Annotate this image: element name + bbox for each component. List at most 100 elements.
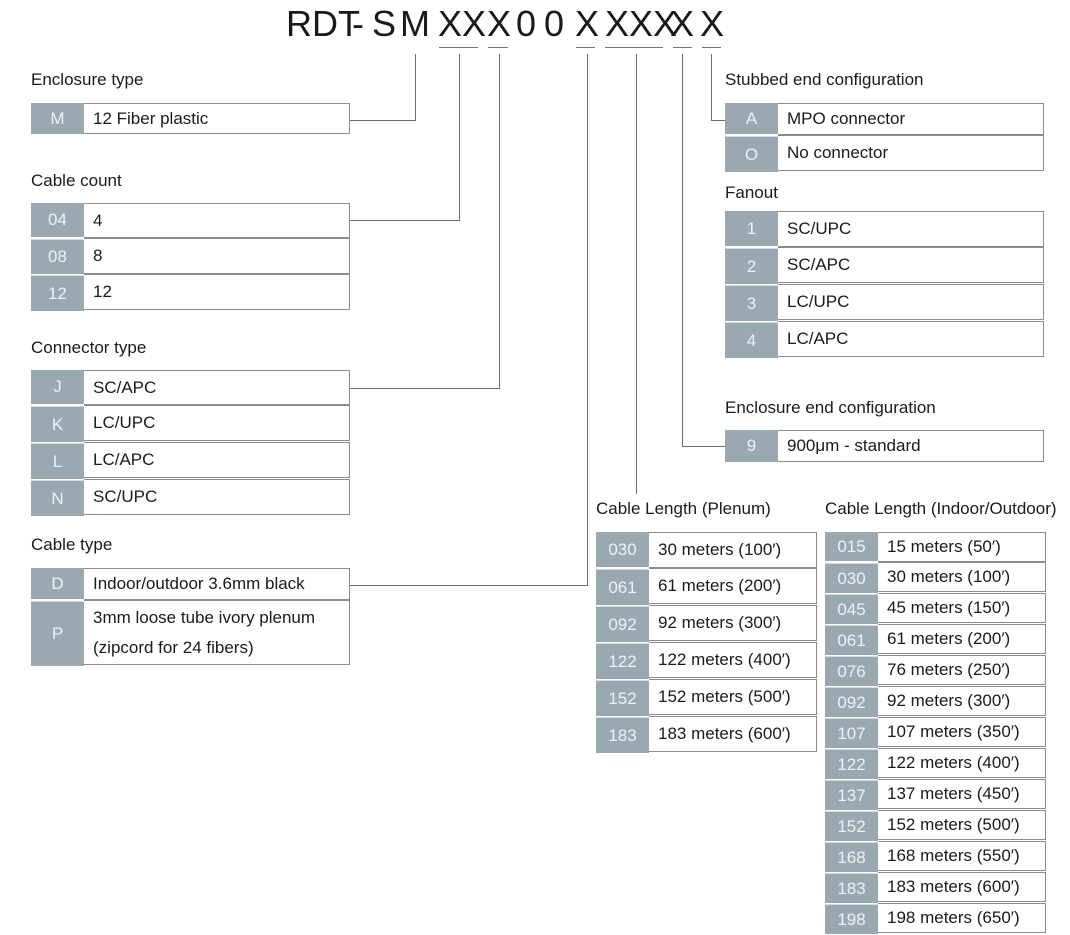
option-row[interactable]: 122 122 meters (400′) [825,748,1046,780]
option-code: 152 [825,811,878,841]
option-row[interactable]: 152 152 meters (500′) [825,810,1046,842]
option-row[interactable]: O No connector [725,135,1044,173]
option-desc: 4 [84,203,350,238]
connector-enclosure-type-v [415,54,416,120]
option-row[interactable]: D Indoor/outdoor 3.6mm black [31,568,350,601]
option-row[interactable]: 3 LC/UPC [725,284,1044,322]
cable-length-indoor-outdoor-table: 015 15 meters (50′) 030 30 meters (100′) 045… [825,532,1046,935]
option-code: A [725,103,778,134]
option-desc: No connector [778,135,1044,171]
option-desc: LC/UPC [84,405,350,441]
option-row[interactable]: M 12 Fiber plastic [31,103,350,135]
cable-length-plenum-heading: Cable Length (Plenum) [596,499,771,518]
connector-stubbed-end-v [711,54,712,120]
option-row[interactable]: 183 183 meters (600′) [596,716,817,754]
connector-enclosure-end-h [682,446,726,447]
connector-connector-type-h [350,388,500,389]
option-row[interactable]: 04 4 [31,203,350,239]
enclosure-type-table: M 12 Fiber plastic [31,103,350,135]
option-desc: 183 meters (600′) [649,716,817,752]
enclosure-end-table: 9 900μm - standard [725,430,1044,463]
option-desc: 900μm - standard [778,430,1044,462]
option-desc: 12 [84,274,350,310]
option-code: 152 [596,680,649,716]
option-row[interactable]: K LC/UPC [31,405,350,443]
option-desc: Indoor/outdoor 3.6mm black [84,568,350,600]
option-row[interactable]: 12 12 [31,274,350,312]
option-desc: MPO connector [778,103,1044,135]
option-row[interactable]: 076 76 meters (250′) [825,655,1046,687]
option-row[interactable]: 030 30 meters (100′) [825,562,1046,594]
option-row[interactable]: 152 152 meters (500′) [596,679,817,717]
option-row[interactable]: 092 92 meters (300′) [825,686,1046,718]
option-code: 168 [825,842,878,872]
connector-stubbed-end-h [711,120,726,121]
option-code: 045 [825,594,878,624]
pn-enclosure-type: M [400,3,430,44]
underline-stubbed-end [702,47,721,48]
option-desc: 3mm loose tube ivory plenum (zipcord for… [84,600,350,665]
option-code: 04 [31,203,84,237]
option-desc: 92 meters (300′) [878,686,1046,716]
pn-stubbed-end: X [700,3,725,44]
option-code: 08 [31,239,84,274]
option-row[interactable]: P 3mm loose tube ivory plenum (zipcord f… [31,600,350,667]
underline-cable-count [439,47,478,48]
cable-count-heading: Cable count [31,171,122,190]
option-desc: 61 meters (200′) [878,624,1046,654]
connector-type-heading: Connector type [31,338,147,357]
option-row[interactable]: 061 61 meters (200′) [825,624,1046,656]
option-row[interactable]: 168 168 meters (550′) [825,841,1046,873]
pn-enclosure-end: X [670,3,695,44]
option-row[interactable]: 061 61 meters (200′) [596,568,817,606]
option-row[interactable]: 4 LC/APC [725,321,1044,359]
option-code: 198 [825,904,878,934]
option-desc: 137 meters (450′) [878,779,1046,809]
option-row[interactable]: 2 SC/APC [725,247,1044,285]
option-desc-line-2: (zipcord for 24 fibers) [93,637,254,657]
option-row[interactable]: 137 137 meters (450′) [825,779,1046,811]
option-row[interactable]: 030 30 meters (100′) [596,532,817,569]
option-row[interactable]: L LC/APC [31,442,350,480]
option-row[interactable]: A MPO connector [725,103,1044,136]
option-desc: SC/UPC [84,479,350,515]
option-code: 030 [596,532,649,567]
option-row[interactable]: 045 45 meters (150′) [825,593,1046,625]
option-code: K [31,406,84,442]
connector-cable-type-v [587,54,588,586]
option-row[interactable]: J SC/APC [31,370,350,406]
connector-enclosure-end-v [682,54,683,447]
option-desc: 168 meters (550′) [878,841,1046,871]
option-code: L [31,443,84,479]
option-row[interactable]: 1 SC/UPC [725,211,1044,248]
option-code: O [725,136,778,172]
option-row[interactable]: 198 198 meters (650′) [825,903,1046,935]
cable-type-heading: Cable type [31,535,113,554]
option-code: 030 [825,563,878,593]
option-code: 12 [31,275,84,311]
option-code: 092 [596,606,649,642]
option-code: 4 [725,322,778,358]
option-code: 015 [825,532,878,561]
cable-count-table: 04 4 08 8 12 12 [31,203,350,312]
option-code: P [31,601,84,666]
option-code: 1 [725,211,778,246]
option-code: 061 [596,569,649,605]
pn-cable-count: XX [438,3,487,44]
option-desc: 12 Fiber plastic [84,103,350,134]
option-row[interactable]: N SC/UPC [31,479,350,517]
option-row[interactable]: 122 122 meters (400′) [596,642,817,680]
option-row[interactable]: 08 8 [31,238,350,275]
option-desc: LC/UPC [778,284,1044,320]
option-desc: LC/APC [778,321,1044,357]
option-row[interactable]: 9 900μm - standard [725,430,1044,463]
option-desc: 107 meters (350′) [878,717,1046,747]
option-row[interactable]: 183 183 meters (600′) [825,872,1046,904]
option-code: M [31,103,84,134]
option-row[interactable]: 092 92 meters (300′) [596,605,817,643]
option-row[interactable]: 107 107 meters (350′) [825,717,1046,749]
option-code: 122 [596,643,649,679]
option-row[interactable]: 015 15 meters (50′) [825,532,1046,563]
cable-length-indoor-outdoor-heading: Cable Length (Indoor/Outdoor) [825,499,1057,518]
pn-dash: - [352,3,364,44]
